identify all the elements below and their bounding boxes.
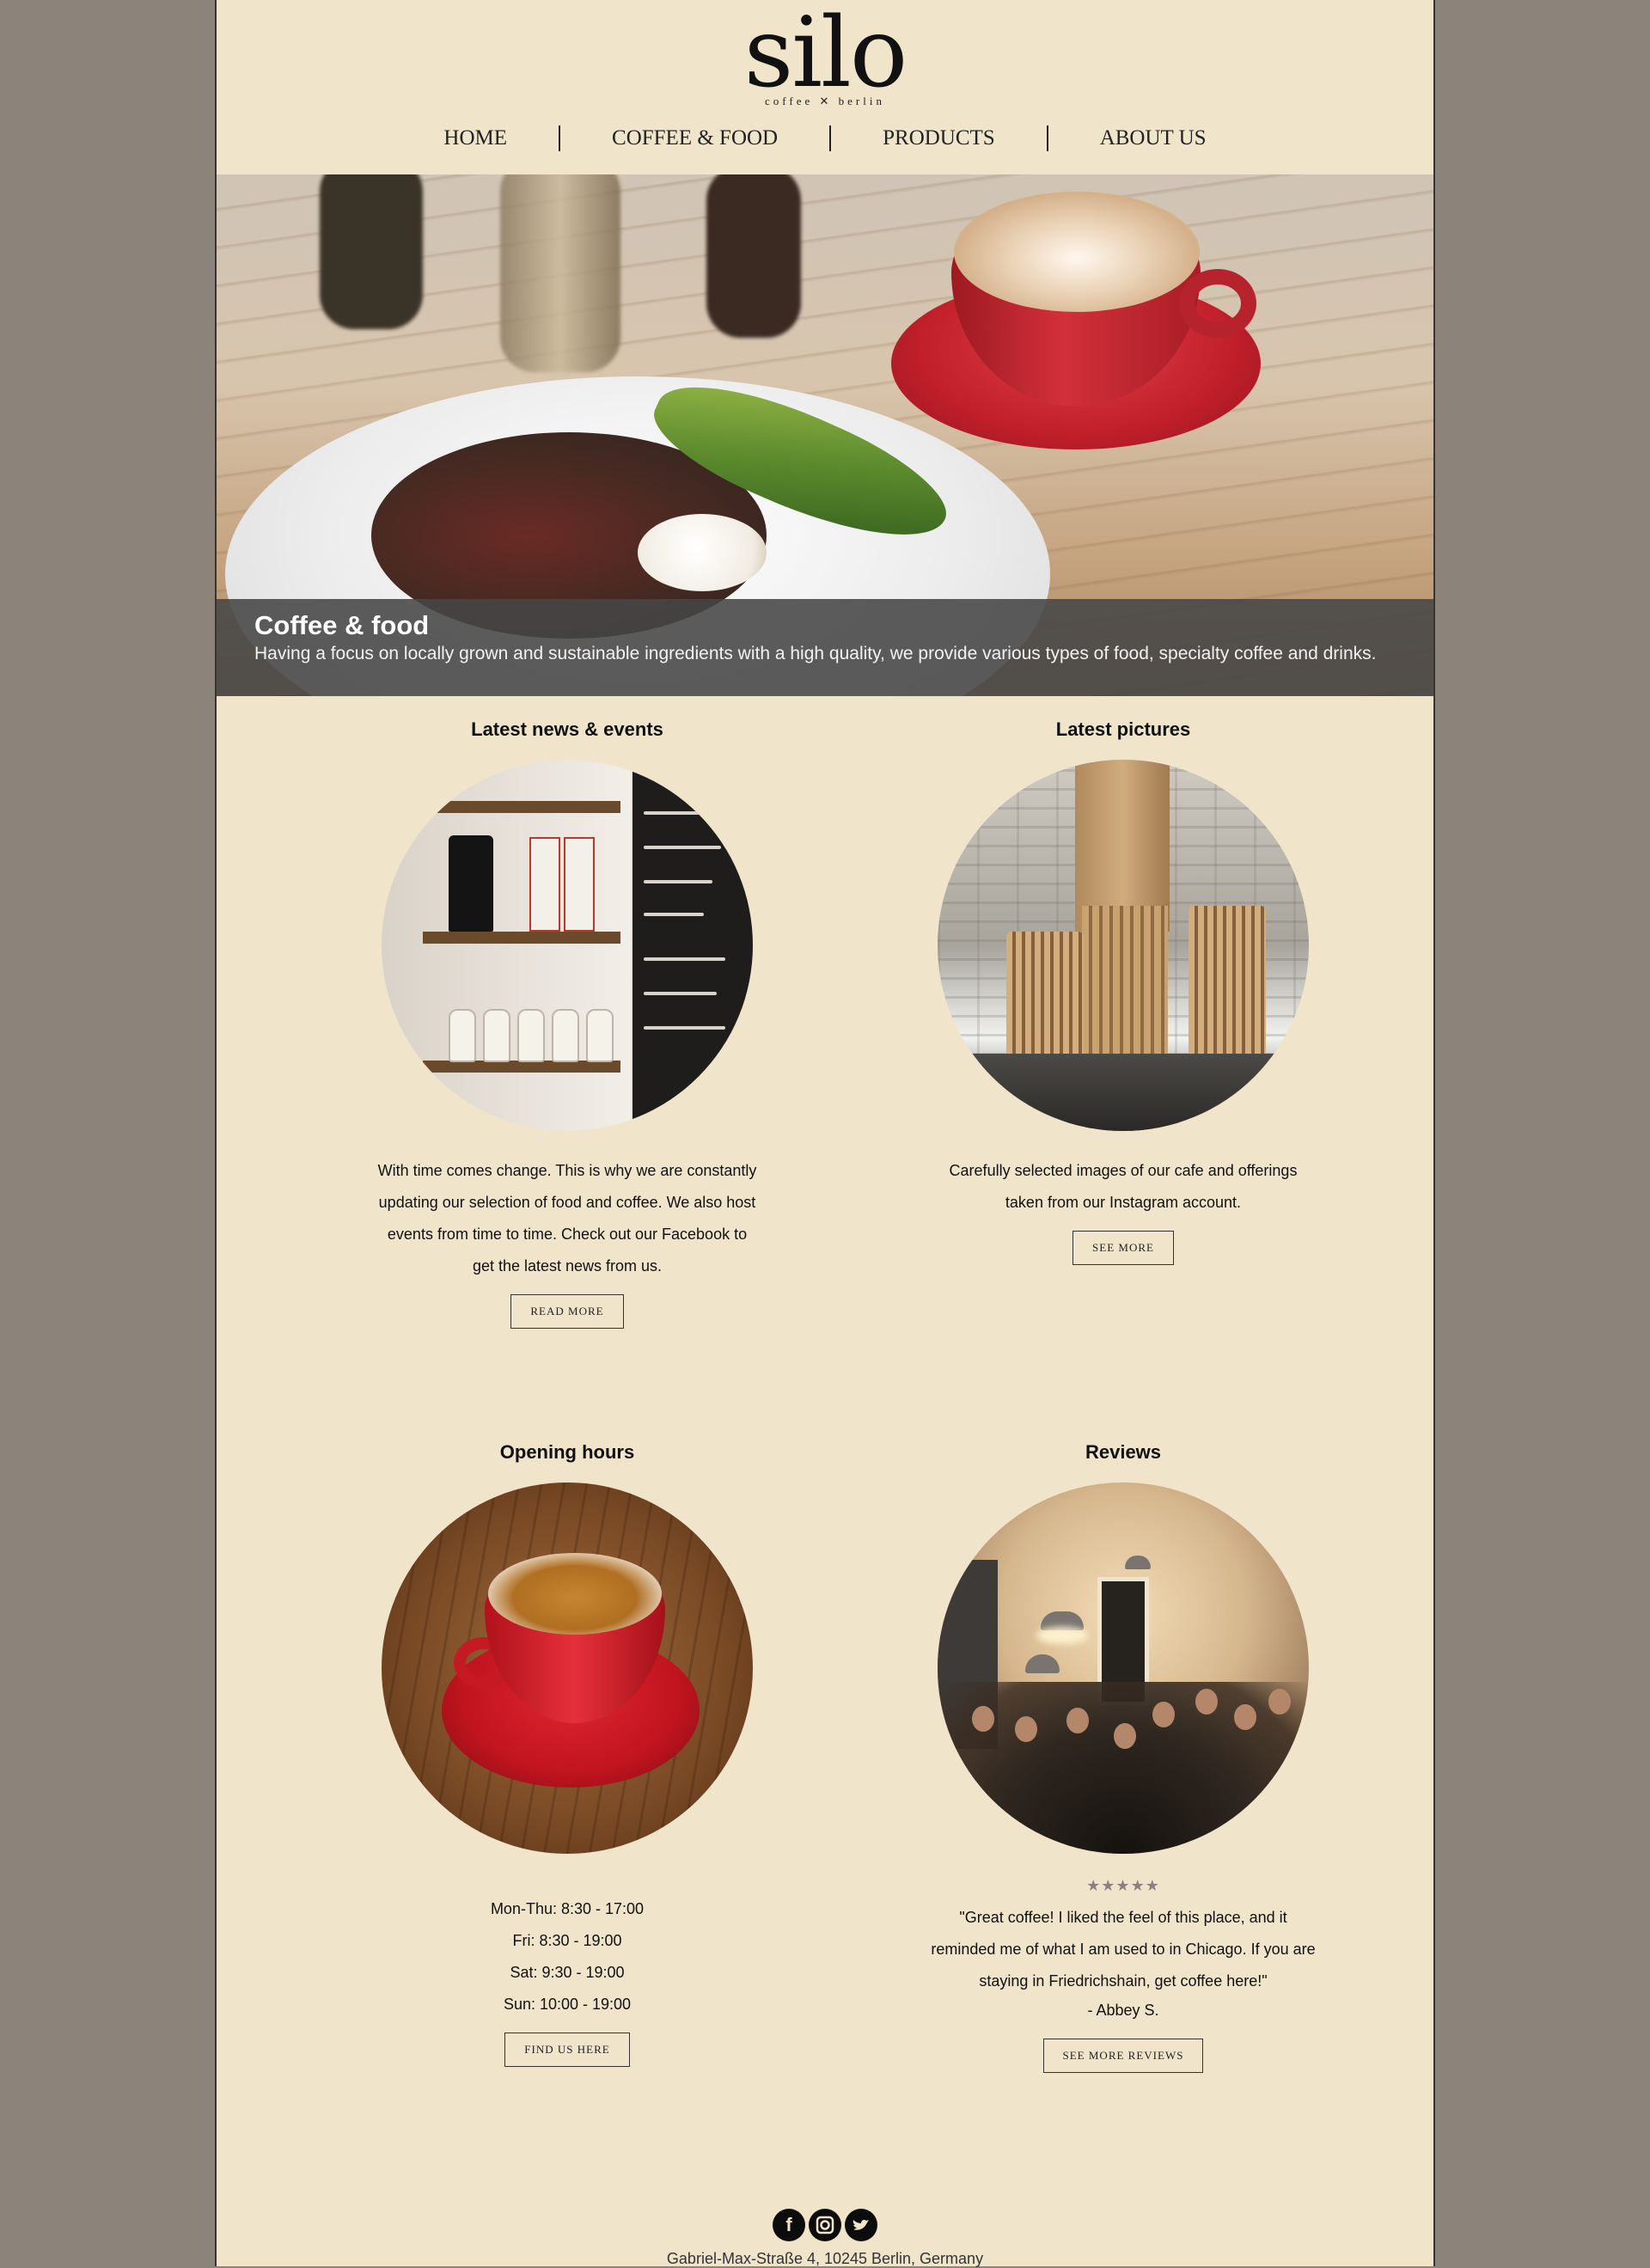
rating-stars: ★★★★★ [1086, 1877, 1160, 1895]
hours-line: Mon-Thu: 8:30 - 17:00 [490, 1900, 645, 1917]
chalk-writing [644, 992, 717, 995]
chalk-writing [644, 1026, 725, 1030]
pendant-lamp [1125, 1556, 1151, 1569]
page: silo coffee ✕ berlin HOME COFFEE & FOOD … [215, 0, 1435, 2267]
chalk-writing [644, 811, 704, 815]
person [1015, 1716, 1037, 1742]
hours-line: Sun: 10:00 - 19:00 [503, 1996, 632, 2013]
espresso-crema [488, 1553, 662, 1635]
person [1195, 1689, 1218, 1715]
find-us-button[interactable]: FIND US HERE [504, 2033, 630, 2067]
twitter-icon[interactable] [845, 2209, 877, 2241]
pictures-image[interactable] [938, 760, 1309, 1131]
logo-tagline: coffee ✕ berlin [765, 95, 885, 107]
nav-products[interactable]: PRODUCTS [831, 126, 1047, 150]
news-text: With time comes change. This is why we a… [377, 1162, 757, 1275]
hours-line: Sat: 9:30 - 19:00 [510, 1964, 625, 1981]
chalk-writing [644, 846, 721, 849]
main-nav: HOME COFFEE & FOOD PRODUCTS ABOUT US [217, 125, 1433, 151]
hero-glass [500, 174, 620, 372]
bottle [586, 1009, 614, 1062]
person [1234, 1704, 1256, 1730]
hours-title: Opening hours [499, 1441, 635, 1463]
floor [938, 1054, 1309, 1131]
pictures-text: Carefully selected images of our cafe an… [949, 1162, 1298, 1211]
pictures-title: Latest pictures [1055, 718, 1191, 740]
hero-egg [638, 514, 767, 591]
chalk-writing [644, 957, 725, 961]
product-box [529, 837, 560, 932]
nav-about-us[interactable]: ABOUT US [1048, 126, 1258, 150]
reviews-title: Reviews [1085, 1441, 1162, 1463]
see-more-reviews-button[interactable]: SEE MORE REVIEWS [1042, 2039, 1204, 2073]
person [1114, 1723, 1136, 1749]
news-title: Latest news & events [471, 718, 663, 740]
bottle [517, 1009, 545, 1062]
news-image[interactable] [382, 760, 753, 1131]
social-links: f [217, 2209, 1433, 2241]
chalk-writing [644, 880, 712, 883]
person [1066, 1708, 1089, 1733]
bottle [483, 1009, 510, 1062]
hero-cup-handle [1179, 269, 1256, 338]
person [1268, 1689, 1291, 1715]
hero-title: Coffee & food [254, 610, 430, 640]
pendant-lamp [1025, 1654, 1060, 1673]
chalk-writing [644, 913, 704, 916]
nav-home[interactable]: HOME [392, 126, 559, 150]
nav-coffee-food[interactable]: COFFEE & FOOD [560, 126, 829, 150]
logo[interactable]: silo coffee ✕ berlin [217, 5, 1433, 108]
lamp-glow [1036, 1627, 1088, 1644]
hours-section: Opening hours Mon-Thu: 8:30 - 17:00 Fri:… [370, 1440, 765, 2067]
instagram-icon[interactable] [809, 2209, 841, 2241]
shelf-board [423, 1061, 620, 1073]
logo-wordmark: silo [743, 0, 908, 109]
twitter-glyph [852, 2220, 869, 2230]
hero-banner: Coffee & food Having a focus on locally … [217, 174, 1433, 696]
hours-image[interactable] [382, 1482, 753, 1854]
facebook-icon[interactable]: f [773, 2209, 805, 2241]
product-box [564, 837, 595, 932]
shelf-board [423, 932, 620, 944]
shelf-board [423, 801, 620, 813]
instagram-glyph [816, 2216, 834, 2234]
hours-line: Fri: 8:30 - 19:00 [512, 1932, 622, 1949]
coffee-bag [449, 835, 493, 932]
read-more-button[interactable]: READ MORE [510, 1294, 624, 1329]
hours-list: Mon-Thu: 8:30 - 17:00 Fri: 8:30 - 19:00 … [370, 1893, 765, 2020]
person [1152, 1702, 1175, 1727]
see-more-button[interactable]: SEE MORE [1072, 1231, 1174, 1265]
bottle [552, 1009, 579, 1062]
review-quote: "Great coffee! I liked the feel of this … [931, 1909, 1316, 1990]
reviews-section: Reviews ★★★★★ "Great coffee! I liked the… [926, 1440, 1321, 2073]
person [972, 1706, 994, 1732]
shelf-wall [382, 760, 631, 1131]
address: Gabriel-Max-Straße 4, 10245 Berlin, Germ… [666, 2250, 984, 2267]
pictures-section: Latest pictures Carefully selected image… [926, 717, 1321, 1265]
hero-pepper-mill [706, 174, 801, 338]
hero-caption: Coffee & food Having a focus on locally … [217, 599, 1433, 696]
hero-description: Having a focus on locally grown and sust… [254, 644, 1377, 663]
bottle [449, 1009, 476, 1062]
hero-latte [954, 192, 1200, 312]
chalkboard [632, 760, 753, 1131]
review-author: - Abbey S. [1087, 2002, 1159, 2019]
news-section: Latest news & events With time comes cha… [370, 717, 765, 1329]
hero-bottle [320, 174, 423, 329]
reviews-image[interactable] [938, 1482, 1309, 1854]
